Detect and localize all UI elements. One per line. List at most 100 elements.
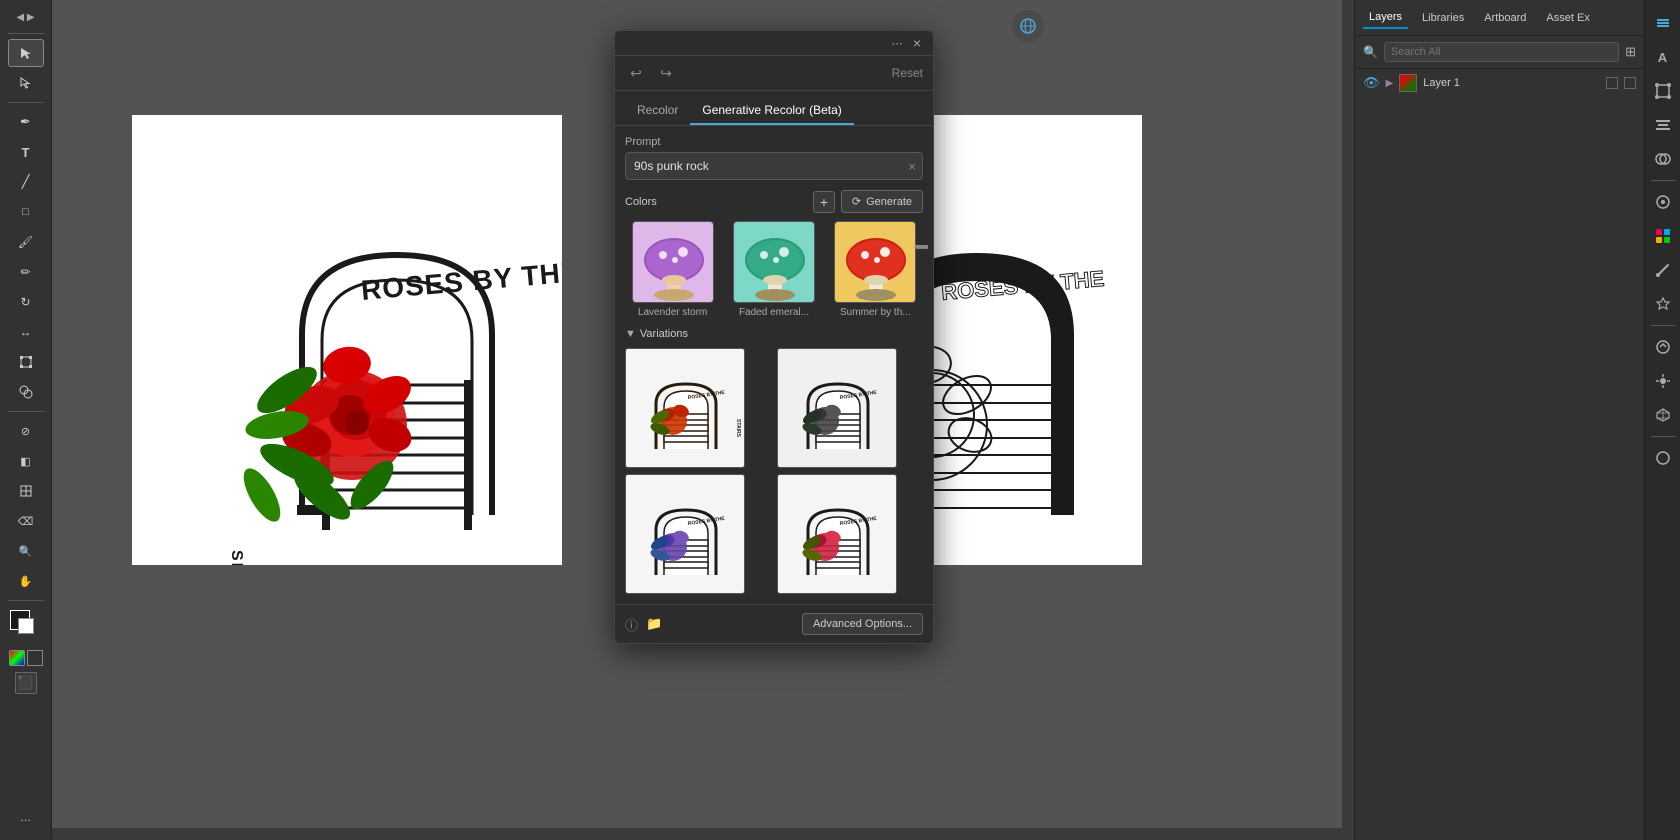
layer-visibility-btn[interactable]: 👁	[1363, 75, 1380, 91]
width-tool-btn[interactable]: ↔	[8, 318, 44, 346]
variation-item-4[interactable]: ROSES BY THE	[777, 474, 897, 594]
sun-panel-btn[interactable]	[1648, 366, 1678, 396]
redo-btn[interactable]: ↪	[655, 62, 677, 84]
footer-folder-btn[interactable]: 📁	[646, 616, 662, 632]
tab-artboard[interactable]: Artboard	[1478, 8, 1532, 28]
canvas-area: ROSES BY THE STAIRS	[52, 0, 1354, 840]
eyedropper-tool-btn[interactable]: ⊘	[8, 417, 44, 445]
layer-thumbnail	[1399, 74, 1417, 92]
view-mode-btn[interactable]	[1012, 10, 1044, 42]
zoom-tool-btn[interactable]: 🔍	[8, 537, 44, 565]
pencil-tool-btn[interactable]: ✏	[8, 258, 44, 286]
prompt-clear-btn[interactable]: ×	[908, 159, 916, 174]
layer-lock-toggle[interactable]	[1624, 77, 1636, 89]
reset-btn[interactable]: Reset	[892, 66, 923, 80]
mode-buttons	[9, 650, 43, 666]
properties-panel-btn[interactable]: A	[1648, 42, 1678, 72]
generate-icon: ⟳	[852, 195, 861, 208]
panel-tabs: Layers Libraries Artboard Asset Ex	[1355, 0, 1644, 36]
tab-generative-recolor[interactable]: Generative Recolor (Beta)	[690, 99, 853, 125]
layer-visibility-toggle[interactable]	[1606, 77, 1618, 89]
type-tool-btn[interactable]: T	[8, 138, 44, 166]
color-mode-btn[interactable]	[9, 650, 25, 666]
colors-row: Colors + ⟳ Generate	[625, 190, 923, 213]
3d-panel-btn[interactable]	[1648, 400, 1678, 430]
rotate-tool-btn[interactable]: ↻	[8, 288, 44, 316]
undo-btn[interactable]: ↩	[625, 62, 647, 84]
line-tool-btn[interactable]: ╱	[8, 168, 44, 196]
panel-icons-strip: A	[1644, 0, 1680, 840]
swatches-panel-btn[interactable]	[1648, 221, 1678, 251]
dialog-toolbar: ↩ ↪ Reset	[615, 56, 933, 91]
colors-label: Colors	[625, 196, 807, 208]
selection-tool-btn[interactable]	[8, 39, 44, 67]
toolbar-divider-1	[8, 33, 44, 34]
variations-header[interactable]: ▼ Variations	[625, 328, 923, 340]
toolbar-collapse-btn[interactable]: ◀ ▶	[8, 6, 44, 28]
none-mode-btn[interactable]	[27, 650, 43, 666]
generate-btn[interactable]: ⟳ Generate	[841, 190, 923, 213]
left-toolbar: ◀ ▶ ✒ T ╱ □ 🖌 ✏ ↻ ↔ ⊘ ◧ ⌫ 🔍 ✋ ⬛ …	[0, 0, 52, 840]
advanced-options-btn[interactable]: Advanced Options...	[802, 613, 923, 635]
live-paint-tool-btn[interactable]: ⬛	[15, 672, 37, 694]
dialog-close-btn[interactable]: ×	[909, 35, 925, 51]
svg-text:STAIRS: STAIRS	[735, 419, 741, 438]
variation-item-1[interactable]: ROSES BY THE STAIRS	[625, 348, 745, 468]
shape-builder-tool-btn[interactable]	[8, 378, 44, 406]
colors-add-btn[interactable]: +	[813, 191, 835, 213]
dialog-footer: ⓘ 📁 Advanced Options...	[615, 604, 933, 643]
h-scrollbar[interactable]	[52, 828, 1354, 840]
paintbrush-tool-btn[interactable]: 🖌	[8, 228, 44, 256]
brushes-panel-btn[interactable]	[1648, 255, 1678, 285]
swatch-lavender-img	[632, 221, 714, 303]
filter-btn[interactable]: ⊞	[1625, 44, 1636, 60]
footer-info-btn[interactable]: ⓘ	[625, 615, 638, 634]
v-scrollbar[interactable]	[1342, 0, 1354, 828]
align-panel-btn[interactable]	[1648, 110, 1678, 140]
layer-expand-arrow[interactable]: ▶	[1386, 78, 1394, 89]
more-tools-btn[interactable]: …	[8, 804, 44, 832]
generate-label: Generate	[866, 196, 912, 208]
swatch-summer-label: Summer by th...	[834, 307, 916, 318]
panel-divider-1	[1651, 180, 1675, 181]
fill-stroke-indicator[interactable]	[8, 608, 44, 644]
direct-select-tool-btn[interactable]	[8, 69, 44, 97]
circle-panel-btn[interactable]	[1648, 443, 1678, 473]
tab-asset-ex[interactable]: Asset Ex	[1540, 8, 1595, 28]
appearance-panel-btn[interactable]	[1648, 332, 1678, 362]
color-panel-btn[interactable]	[1648, 187, 1678, 217]
pen-tool-btn[interactable]: ✒	[8, 108, 44, 136]
variations-collapse-arrow: ▼	[625, 328, 636, 340]
shape-tool-btn[interactable]: □	[8, 198, 44, 226]
right-panel: Layers Libraries Artboard Asset Ex 🔍 ⊞ 👁…	[1354, 0, 1644, 840]
tab-recolor[interactable]: Recolor	[625, 99, 690, 125]
generative-recolor-dialog: ⋯ × ↩ ↪ Reset Recolor Generative Recolor…	[614, 30, 934, 644]
artwork-left-svg: ROSES BY THE STAIRS	[132, 115, 562, 565]
variation-item-3[interactable]: ROSES BY THE	[625, 474, 745, 594]
gradient-tool-btn[interactable]: ◧	[8, 447, 44, 475]
tab-libraries[interactable]: Libraries	[1416, 8, 1470, 28]
eraser-tool-btn[interactable]: ⌫	[8, 507, 44, 535]
layers-panel-btn[interactable]	[1648, 8, 1678, 38]
transform-panel-btn[interactable]	[1648, 76, 1678, 106]
symbols-panel-btn[interactable]	[1648, 289, 1678, 319]
swatch-faded-label: Faded emeral...	[733, 307, 815, 318]
layer-row-1: 👁 ▶ Layer 1	[1355, 69, 1644, 97]
mesh-tool-btn[interactable]	[8, 477, 44, 505]
variation-item-2[interactable]: ROSES BY THE	[777, 348, 897, 468]
hand-tool-btn[interactable]: ✋	[8, 567, 44, 595]
pathfinder-panel-btn[interactable]	[1648, 144, 1678, 174]
prompt-input[interactable]	[626, 153, 922, 179]
swatch-summer[interactable]: Summer by th...	[828, 221, 923, 318]
dialog-tabs: Recolor Generative Recolor (Beta)	[615, 91, 933, 126]
swatch-lavender-storm[interactable]: Lavender storm	[625, 221, 720, 318]
search-input[interactable]	[1384, 42, 1619, 62]
dialog-body: Prompt × Colors + ⟳ Generate	[615, 126, 933, 604]
swatch-faded-emerald[interactable]: Faded emeral...	[726, 221, 821, 318]
dialog-expand-btn[interactable]: ⋯	[889, 35, 905, 51]
layer-name[interactable]: Layer 1	[1423, 77, 1600, 89]
free-transform-btn[interactable]	[8, 348, 44, 376]
tab-layers[interactable]: Layers	[1363, 7, 1408, 29]
swatches-scroll-indicator: ▐	[915, 241, 927, 249]
swatch-summer-img	[834, 221, 916, 303]
